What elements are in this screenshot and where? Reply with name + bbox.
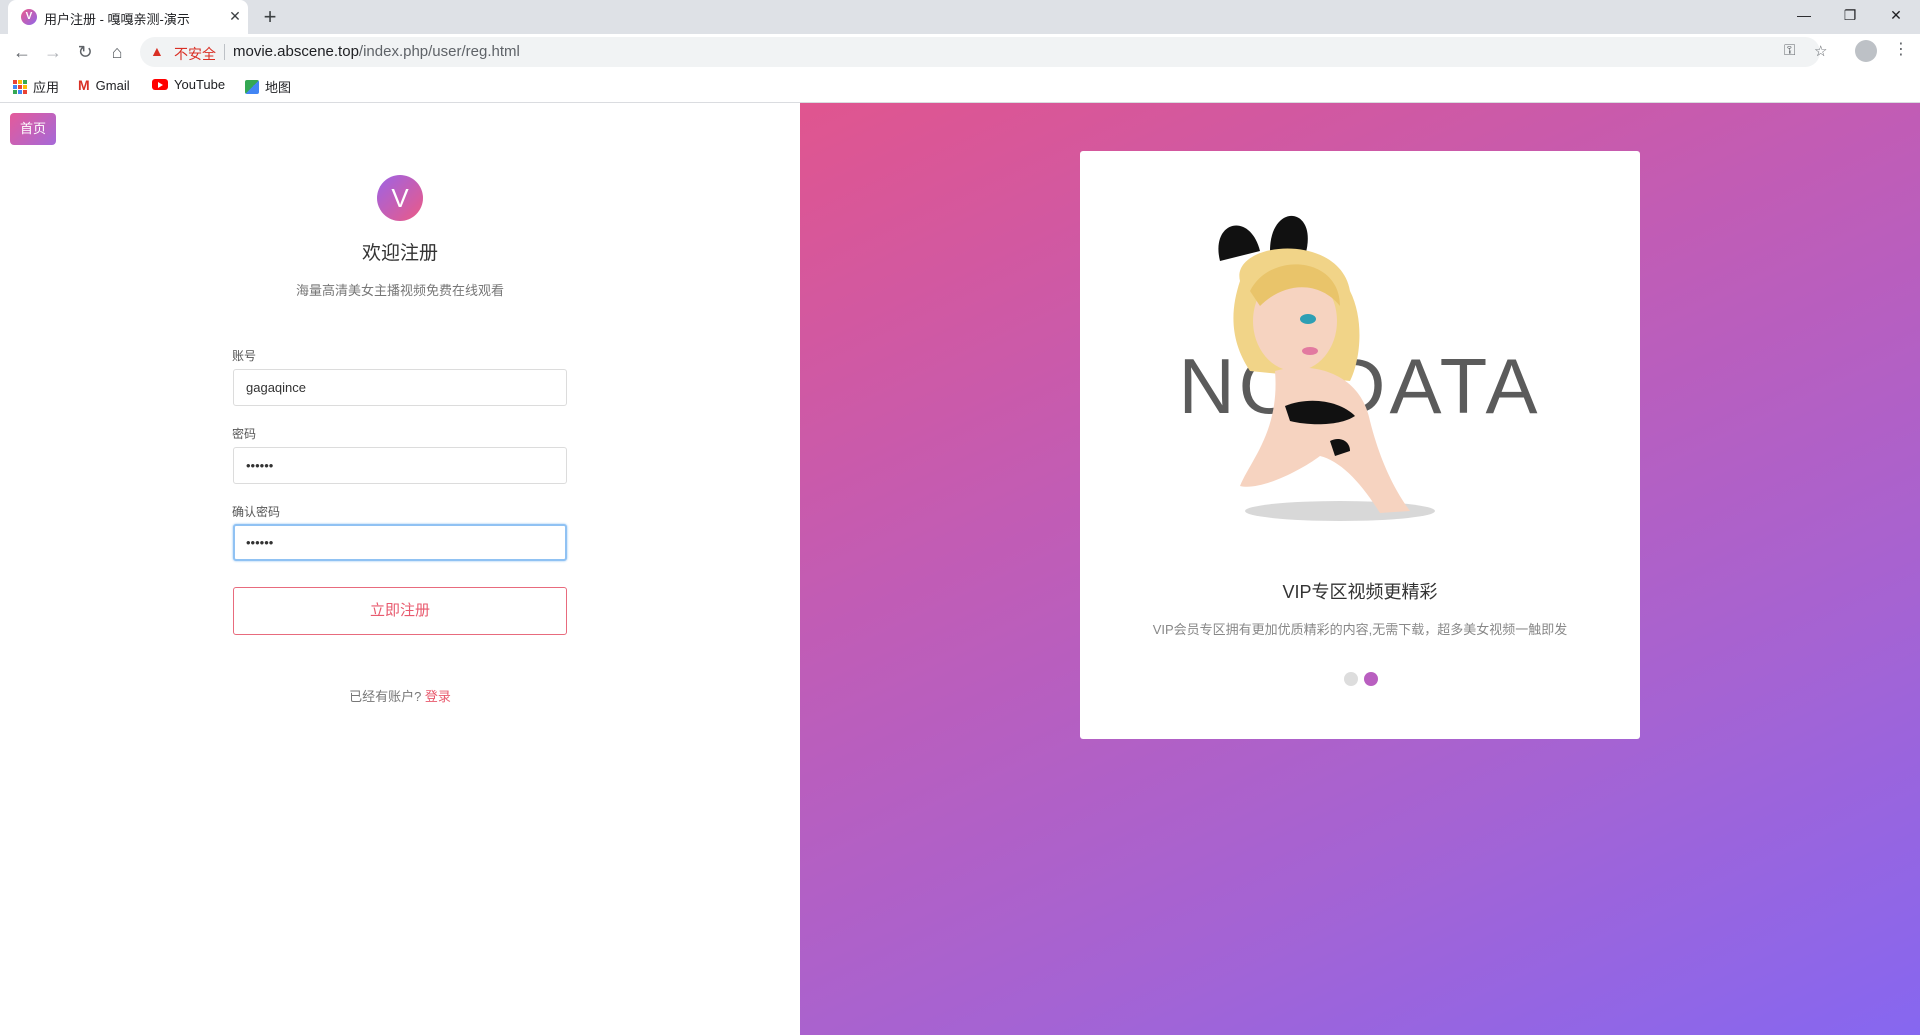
confirm-password-input[interactable]: •••••• [233, 524, 567, 561]
site-favicon-icon: V [21, 9, 37, 25]
browser-tab[interactable]: V 用户注册 - 嘎嘎亲测-演示 ✕ [8, 0, 248, 34]
promo-card: NO DATA VIP专区视频更精彩 VIP会员专区拥有更加优质精彩的内容,无需… [1080, 151, 1640, 739]
carousel-dot-1[interactable] [1344, 672, 1358, 686]
apps-grid-icon [13, 79, 27, 94]
bookmark-gmail[interactable]: M Gmail [78, 77, 130, 93]
confirm-password-label: 确认密码 [232, 505, 281, 519]
home-button[interactable]: 首页 [10, 113, 56, 145]
url-text[interactable]: movie.abscene.top/index.php/user/reg.htm… [233, 43, 520, 60]
register-subtitle: 海量高清美女主播视频免费在线观看 [295, 283, 504, 298]
gmail-icon: M [78, 77, 90, 93]
promo-description: VIP会员专区拥有更加优质精彩的内容,无需下载，超多美女视频一触即发 [1152, 622, 1568, 637]
back-button[interactable]: ← [8, 38, 36, 66]
close-tab-icon[interactable]: ✕ [226, 7, 244, 25]
carousel-dot-2[interactable] [1364, 672, 1378, 686]
minimize-window-button[interactable]: — [1781, 0, 1827, 30]
tab-title: 用户注册 - 嘎嘎亲测-演示 [44, 12, 190, 27]
not-secure-label[interactable]: 不安全 [174, 44, 216, 64]
omnibox-divider [224, 44, 225, 60]
profile-avatar[interactable] [1855, 40, 1877, 62]
password-input[interactable]: •••••• [233, 447, 567, 484]
maps-icon [245, 79, 259, 94]
account-input[interactable]: gagaqince [233, 369, 567, 406]
bookmark-label: YouTube [174, 77, 226, 92]
close-window-button[interactable]: ✕ [1873, 0, 1919, 30]
account-label: 账号 [232, 349, 257, 363]
promo-panel: NO DATA VIP专区视频更精彩 VIP会员专区拥有更加优质精彩的内容,无需… [800, 103, 1920, 1035]
url-domain: movie.abscene.top [233, 43, 359, 60]
bunny-girl-illustration [1218, 215, 1435, 521]
bookmark-apps[interactable]: 应用 [13, 77, 59, 96]
warning-icon: ▲ [150, 43, 164, 59]
address-bar[interactable]: ▲ 不安全 movie.abscene.top/index.php/user/r… [140, 37, 1827, 67]
bookmark-label: 地图 [265, 80, 292, 95]
have-account-text: 已经有账户? [349, 689, 422, 704]
bookmark-label: 应用 [33, 80, 60, 95]
new-tab-button[interactable]: + [258, 5, 282, 29]
login-link[interactable]: 登录 [425, 689, 451, 704]
bookmark-star-icon[interactable]: ☆ [1814, 42, 1827, 60]
login-prompt: 已经有账户? 登录 [0, 686, 800, 705]
browser-menu-icon[interactable]: ⋮ [1893, 39, 1909, 59]
home-icon[interactable]: ⌂ [103, 38, 131, 66]
bookmarks-bar: 应用 M Gmail YouTube 地图 [0, 70, 1920, 103]
logo-icon: V [377, 175, 423, 221]
password-label: 密码 [232, 427, 257, 441]
page-content: 首页 V 欢迎注册 海量高清美女主播视频免费在线观看 账号 gagaqince … [0, 103, 1920, 1035]
tab-strip: V 用户注册 - 嘎嘎亲测-演示 ✕ + — ❐ ✕ [0, 0, 1920, 34]
forward-button[interactable]: → [39, 38, 67, 66]
register-panel: 首页 V 欢迎注册 海量高清美女主播视频免费在线观看 账号 gagaqince … [0, 103, 800, 1035]
register-button[interactable]: 立即注册 [233, 587, 567, 635]
bookmark-label: Gmail [95, 77, 130, 93]
promo-title: VIP专区视频更精彩 [1282, 582, 1438, 602]
browser-toolbar: ← → ↻ ⌂ ▲ 不安全 movie.abscene.top/index.ph… [0, 34, 1920, 70]
key-icon[interactable]: ⚿ [1784, 42, 1795, 59]
register-title: 欢迎注册 [361, 243, 438, 264]
youtube-icon [152, 79, 168, 90]
reload-button[interactable]: ↻ [71, 38, 99, 66]
restore-window-button[interactable]: ❐ [1827, 0, 1873, 30]
bookmark-youtube[interactable]: YouTube [152, 77, 225, 92]
bookmark-maps[interactable]: 地图 [245, 77, 291, 96]
url-path: /index.php/user/reg.html [358, 43, 520, 60]
